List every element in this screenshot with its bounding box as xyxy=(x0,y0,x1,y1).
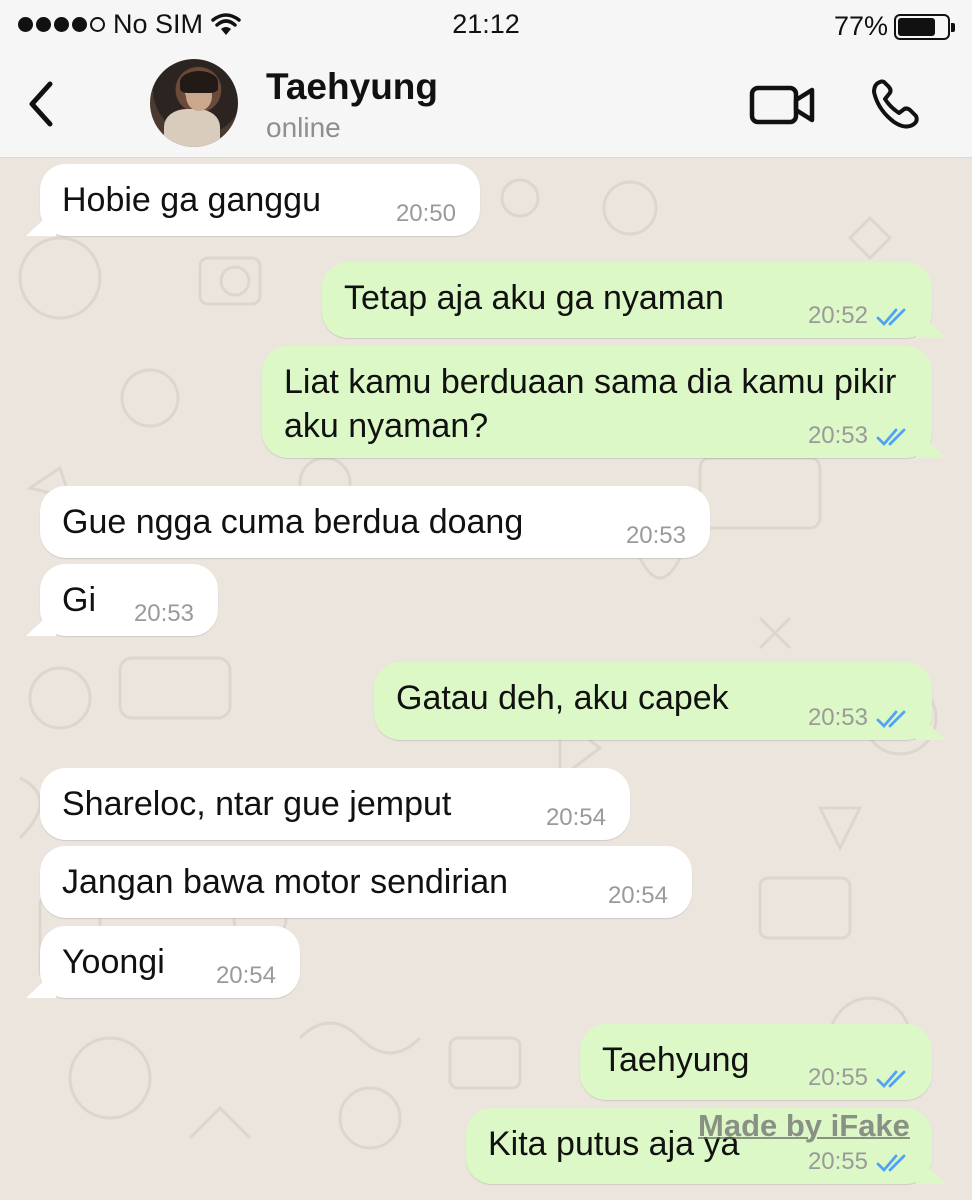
message-text: Hobie ga ganggu xyxy=(62,181,322,219)
message-bubble-incoming[interactable]: Shareloc, ntar gue jemput 20:54 xyxy=(40,768,630,840)
voice-call-button[interactable] xyxy=(868,76,924,132)
read-receipt-icon xyxy=(876,428,906,447)
message-text: Taehyung xyxy=(602,1041,750,1079)
message-text: Jangan bawa motor sendirian xyxy=(62,863,509,901)
chat-area[interactable]: Hobie ga ganggu 20:50 Tetap aja aku ga n… xyxy=(0,158,972,1200)
message-bubble-incoming[interactable]: Gi 20:53 xyxy=(40,564,218,636)
message-time: 20:53 xyxy=(807,704,868,731)
message-bubble-outgoing[interactable]: Taehyung 20:55 xyxy=(580,1024,932,1100)
message-text: Yoongi xyxy=(62,943,165,981)
message-text: Gi xyxy=(62,581,96,619)
message-text: Gue ngga cuma berdua doang xyxy=(62,503,524,541)
message-time: 20:55 xyxy=(807,1148,868,1175)
contact-avatar[interactable] xyxy=(150,59,238,147)
message-time: 20:53 xyxy=(625,522,686,549)
message-time: 20:55 xyxy=(807,1064,868,1091)
message-bubble-incoming[interactable]: Jangan bawa motor sendirian 20:54 xyxy=(40,846,692,918)
phone-icon xyxy=(872,79,919,129)
message-bubble-outgoing[interactable]: Liat kamu berduaan sama dia kamu pikir a… xyxy=(262,346,932,458)
status-bar: No SIM 21:12 77% xyxy=(0,0,972,50)
video-call-button[interactable] xyxy=(748,82,818,128)
read-receipt-icon xyxy=(876,1154,906,1173)
message-bubble-incoming[interactable]: Hobie ga ganggu 20:50 xyxy=(40,164,480,236)
message-time: 20:54 xyxy=(215,962,276,989)
contact-name[interactable]: Taehyung xyxy=(266,66,438,108)
message-text: Shareloc, ntar gue jemput xyxy=(62,785,452,823)
message-time: 20:50 xyxy=(395,200,456,227)
video-camera-icon xyxy=(749,85,815,125)
battery-level-fill xyxy=(898,17,935,36)
message-bubble-outgoing[interactable]: Gatau deh, aku capek 20:53 xyxy=(374,662,932,740)
read-receipt-icon xyxy=(876,710,906,729)
message-bubble-incoming[interactable]: Yoongi 20:54 xyxy=(40,926,300,998)
contact-status: online xyxy=(266,112,341,143)
message-time: 20:52 xyxy=(807,302,868,329)
message-time: 20:53 xyxy=(807,422,868,449)
status-right: 77% xyxy=(833,11,955,42)
message-time: 20:54 xyxy=(607,882,668,909)
chat-header: Taehyung online xyxy=(0,50,972,158)
read-receipt-icon xyxy=(876,308,906,327)
status-time: 21:12 xyxy=(452,9,520,39)
back-button[interactable] xyxy=(22,78,62,130)
message-text: Tetap aja aku ga nyaman xyxy=(344,279,724,317)
message-bubble-outgoing[interactable]: Tetap aja aku ga nyaman 20:52 xyxy=(322,262,932,338)
back-chevron-icon xyxy=(29,81,53,127)
message-bubble-incoming[interactable]: Gue ngga cuma berdua doang 20:53 xyxy=(40,486,710,558)
battery-icon xyxy=(894,13,955,40)
read-receipt-icon xyxy=(876,1070,906,1089)
battery-percent: 77% xyxy=(833,11,888,41)
watermark-label: Made by iFake xyxy=(698,1108,910,1143)
message-text: Gatau deh, aku capek xyxy=(396,679,729,717)
message-time: 20:54 xyxy=(545,804,606,831)
message-time: 20:53 xyxy=(133,600,194,627)
